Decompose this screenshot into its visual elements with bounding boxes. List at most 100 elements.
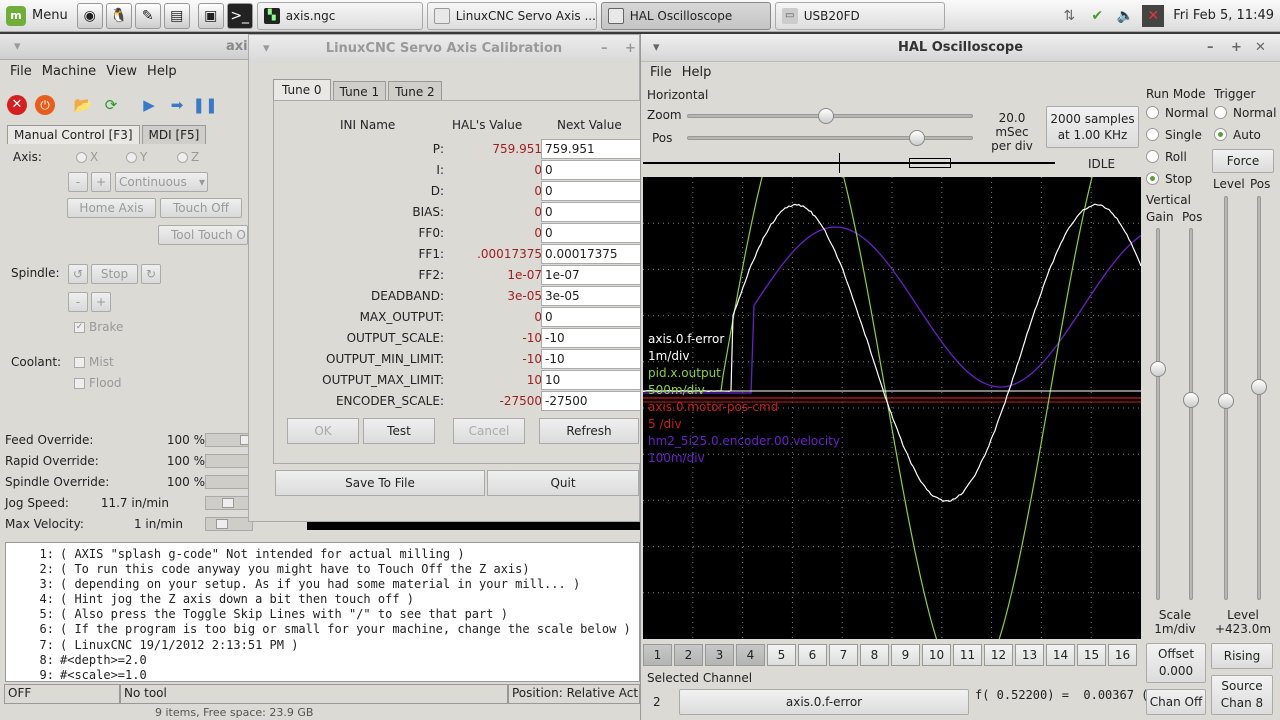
window-menu-icon[interactable]: ▾ (653, 34, 660, 62)
volume-icon[interactable]: 🔈 (1114, 5, 1136, 27)
pos-slider[interactable] (687, 136, 973, 140)
trigger-level-slider[interactable] (1224, 196, 1228, 600)
tab-mdi[interactable]: MDI [F5] (142, 125, 207, 144)
refresh-button[interactable]: Refresh (539, 418, 639, 444)
trigger-source-button[interactable]: Source Chan 8 (1211, 675, 1273, 715)
jog-speed-slider[interactable] (205, 496, 253, 510)
slider-handle[interactable] (818, 108, 834, 124)
spindle-slower-button[interactable]: - (68, 292, 88, 312)
run-mode-roll[interactable]: Roll (1146, 150, 1187, 164)
channel-button-12[interactable]: 12 (984, 644, 1013, 666)
slider-handle[interactable] (1150, 361, 1166, 377)
menu-file[interactable]: File (645, 62, 677, 84)
channel-button-10[interactable]: 10 (922, 644, 951, 666)
jog-increment-select[interactable]: Continuous ▾ (115, 172, 208, 192)
start-menu-button[interactable]: m Menu (0, 0, 74, 32)
run-mode-stop[interactable]: Stop (1146, 172, 1192, 186)
jog-minus-button[interactable]: - (68, 172, 88, 192)
home-axis-button[interactable]: Home Axis (67, 198, 156, 218)
files-launcher-icon[interactable]: ▣ (198, 3, 224, 29)
gcode-line[interactable]: 9: #<scale>=1.0 (6, 668, 639, 682)
channel-button-15[interactable]: 15 (1077, 644, 1106, 666)
gcode-line[interactable]: 7:( LinuxCNC 19/1/2012 2:13:51 PM ) (6, 638, 639, 653)
open-file-button[interactable]: 📂 (70, 92, 96, 118)
param-next-value-input[interactable]: 1e-07 (541, 265, 644, 285)
quit-button[interactable]: Quit (487, 470, 639, 496)
param-next-value-input[interactable]: -10 (541, 328, 644, 348)
sample-rate-button[interactable]: 2000 samples at 1.00 KHz (1046, 106, 1139, 148)
axis-radio-z[interactable]: Z (177, 150, 199, 164)
task-usb20fd[interactable]: ▭ USB20FD (775, 2, 945, 30)
slider-handle[interactable] (216, 519, 228, 529)
power-disconnected-icon[interactable]: ✕ (1142, 5, 1164, 27)
param-next-value-input[interactable]: 0 (541, 223, 644, 243)
menu-file[interactable]: File (5, 61, 37, 83)
window-menu-icon[interactable]: ▾ (263, 35, 270, 63)
menu-machine[interactable]: Machine (37, 61, 101, 83)
param-next-value-input[interactable]: 3e-05 (541, 286, 644, 306)
tab-manual-control[interactable]: Manual Control [F3] (7, 125, 140, 144)
terminal-launcher-icon[interactable]: >_ (227, 3, 253, 29)
close-icon[interactable]: ✕ (1255, 34, 1266, 62)
slider-handle[interactable] (1251, 379, 1267, 395)
tab-tune-1[interactable]: Tune 1 (333, 81, 387, 101)
zoom-slider[interactable] (687, 114, 973, 118)
channel-button-7[interactable]: 7 (829, 644, 858, 666)
spindle-faster-button[interactable]: + (91, 292, 111, 312)
trigger-edge-button[interactable]: Rising (1211, 643, 1273, 669)
slider-handle[interactable] (222, 498, 234, 508)
spindle-ccw-button[interactable]: ↺ (68, 264, 88, 284)
tab-tune-2[interactable]: Tune 2 (388, 81, 442, 101)
slider-handle[interactable] (909, 130, 925, 146)
feed-override-slider[interactable] (205, 433, 253, 447)
param-next-value-input[interactable]: 759.951 (541, 139, 644, 159)
param-next-value-input[interactable]: -10 (541, 349, 644, 369)
gcode-listing[interactable]: 1: ( AXIS "splash g-code" Not intended fo… (5, 542, 640, 682)
trigger-pos-slider[interactable] (1257, 196, 1261, 600)
param-next-value-input[interactable]: 0.00017375 (541, 244, 644, 264)
spindle-stop-button[interactable]: Stop (91, 264, 138, 284)
channel-button-1[interactable]: 1 (643, 644, 672, 666)
minimize-icon[interactable]: – (1207, 34, 1214, 62)
max-velocity-slider[interactable] (205, 517, 253, 531)
mist-checkbox[interactable]: Mist (74, 355, 114, 369)
task-axis-ngc[interactable]: ▚ axis.ngc (257, 2, 423, 30)
pause-button[interactable]: ❚❚ (192, 92, 218, 118)
brake-checkbox[interactable]: ✓ Brake (74, 320, 123, 334)
param-next-value-input[interactable]: 0 (541, 202, 644, 222)
slider-handle[interactable] (1218, 393, 1234, 409)
maximize-icon[interactable]: + (625, 35, 636, 63)
osc-titlebar[interactable]: ▾ HAL Oscilloscope – + ✕ (641, 34, 1280, 62)
channel-button-3[interactable]: 3 (705, 644, 734, 666)
servo-titlebar[interactable]: ▾ LinuxCNC Servo Axis Calibration – + (249, 35, 639, 63)
vertical-pos-slider[interactable] (1189, 228, 1193, 600)
vertical-gain-slider[interactable] (1156, 228, 1160, 600)
minimize-icon[interactable]: – (601, 35, 608, 63)
menu-view[interactable]: View (101, 61, 142, 83)
axis-radio-y[interactable]: Y (126, 150, 147, 164)
camera-launcher-icon[interactable]: ◉ (77, 3, 103, 29)
network-icon[interactable]: ⇅ (1058, 5, 1080, 27)
task-hal-oscilloscope[interactable]: HAL Oscilloscope (601, 2, 771, 30)
axis-radio-x[interactable]: X (76, 150, 98, 164)
trigger-auto[interactable]: Auto (1214, 128, 1261, 142)
channel-button-14[interactable]: 14 (1046, 644, 1075, 666)
cancel-button[interactable]: Cancel (453, 418, 525, 444)
channel-button-16[interactable]: 16 (1108, 644, 1137, 666)
param-next-value-input[interactable]: 10 (541, 370, 644, 390)
run-mode-normal[interactable]: Normal (1146, 106, 1208, 120)
gcode-line[interactable]: 6: ( If the program is too big or small f… (6, 622, 639, 637)
ok-button[interactable]: OK (287, 418, 359, 444)
gcode-line[interactable]: 8: #<depth>=2.0 (6, 653, 639, 668)
run-mode-single[interactable]: Single (1146, 128, 1202, 142)
gcode-line[interactable]: 2: ( To run this code anyway you might ha… (6, 562, 639, 577)
gcode-line[interactable]: 5: ( Also press the Toggle Skip Lines wit… (6, 607, 639, 622)
gcode-line[interactable]: 1: ( AXIS "splash g-code" Not intended fo… (6, 547, 639, 562)
window-menu-icon[interactable]: ▾ (14, 34, 21, 60)
reload-button[interactable]: ⟳ (98, 92, 124, 118)
selected-channel-source-button[interactable]: axis.0.f-error (679, 689, 969, 715)
param-next-value-input[interactable]: 0 (541, 160, 644, 180)
machine-power-button[interactable]: ⏻ (32, 92, 58, 118)
spindle-override-slider[interactable] (205, 475, 253, 489)
maximize-icon[interactable]: + (1231, 34, 1242, 62)
